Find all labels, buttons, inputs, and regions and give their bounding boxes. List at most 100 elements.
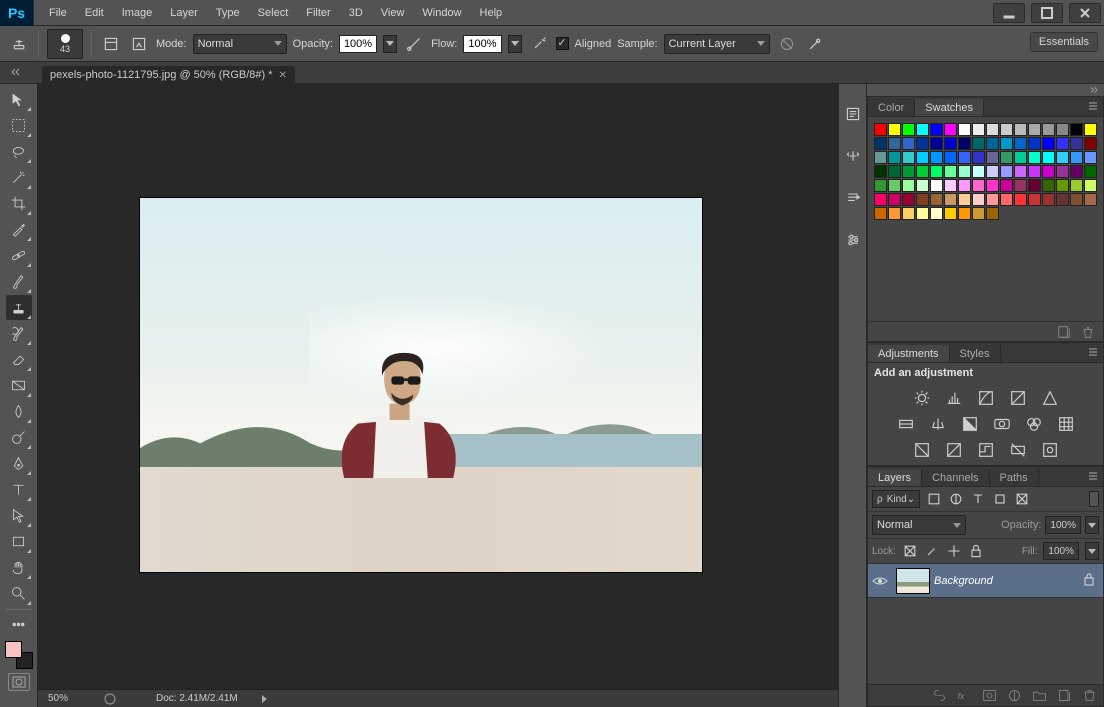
layer-opacity-stepper[interactable] xyxy=(1085,516,1099,534)
swatch[interactable] xyxy=(986,151,999,164)
menu-select[interactable]: Select xyxy=(249,2,298,24)
window-minimize-button[interactable] xyxy=(993,3,1025,23)
link-layers-icon[interactable] xyxy=(932,688,947,703)
opacity-input[interactable]: 100% xyxy=(339,35,377,53)
curves-icon[interactable] xyxy=(977,389,995,407)
hue-icon[interactable] xyxy=(897,415,915,433)
swatch[interactable] xyxy=(1042,137,1055,150)
dock-properties-button[interactable] xyxy=(841,228,865,252)
tool-marquee[interactable] xyxy=(6,113,32,138)
swatch[interactable] xyxy=(958,207,971,220)
menu-layer[interactable]: Layer xyxy=(161,2,207,24)
swatch[interactable] xyxy=(888,151,901,164)
tool-edit-toolbar[interactable] xyxy=(6,612,32,637)
swatch[interactable] xyxy=(972,179,985,192)
swatch[interactable] xyxy=(958,137,971,150)
foreground-color-swatch[interactable] xyxy=(5,641,22,658)
swatch[interactable] xyxy=(972,165,985,178)
swatch[interactable] xyxy=(972,123,985,136)
dock-actions-button[interactable] xyxy=(841,144,865,168)
swatch[interactable] xyxy=(1000,151,1013,164)
swatch[interactable] xyxy=(902,123,915,136)
swatch[interactable] xyxy=(874,179,887,192)
tool-move[interactable] xyxy=(6,87,32,112)
layer-fill-input[interactable]: 100% xyxy=(1043,542,1079,560)
panel-menu-button[interactable] xyxy=(1086,100,1100,112)
swatch[interactable] xyxy=(1028,193,1041,206)
levels-icon[interactable] xyxy=(945,389,963,407)
menu-edit[interactable]: Edit xyxy=(76,2,113,24)
swatch[interactable] xyxy=(930,179,943,192)
swatch[interactable] xyxy=(944,165,957,178)
swatch[interactable] xyxy=(916,207,929,220)
aligned-checkbox[interactable] xyxy=(556,37,569,50)
swatch[interactable] xyxy=(944,137,957,150)
blend-mode-dropdown[interactable]: Normal xyxy=(193,34,287,54)
color-lookup-icon[interactable] xyxy=(1057,415,1075,433)
canvas-view[interactable] xyxy=(38,84,838,689)
swatch[interactable] xyxy=(1028,151,1041,164)
swatch[interactable] xyxy=(1084,137,1097,150)
lock-all-icon[interactable] xyxy=(968,543,984,559)
swatch[interactable] xyxy=(1028,137,1041,150)
swatch[interactable] xyxy=(1070,165,1083,178)
layer-opacity-input[interactable]: 100% xyxy=(1045,516,1081,534)
layer-visibility-toggle[interactable] xyxy=(868,575,892,587)
swatch[interactable] xyxy=(1070,137,1083,150)
swatch[interactable] xyxy=(1084,193,1097,206)
swatch[interactable] xyxy=(930,207,943,220)
swatch[interactable] xyxy=(874,165,887,178)
swatch[interactable] xyxy=(958,165,971,178)
window-close-button[interactable] xyxy=(1069,3,1101,23)
swatch[interactable] xyxy=(1084,179,1097,192)
lock-transparency-icon[interactable] xyxy=(902,543,918,559)
tool-brush[interactable] xyxy=(6,269,32,294)
menu-type[interactable]: Type xyxy=(207,2,249,24)
toggle-brush-panel-button[interactable] xyxy=(100,33,122,55)
swatch[interactable] xyxy=(1014,179,1027,192)
status-arrow-icon[interactable] xyxy=(262,695,267,703)
swatch[interactable] xyxy=(1042,165,1055,178)
tab-swatches[interactable]: Swatches xyxy=(915,99,984,116)
invert-icon[interactable] xyxy=(913,441,931,459)
tool-blur[interactable] xyxy=(6,399,32,424)
swatch[interactable] xyxy=(1042,193,1055,206)
swatch[interactable] xyxy=(916,165,929,178)
menu-file[interactable]: File xyxy=(40,2,76,24)
swatch[interactable] xyxy=(1042,151,1055,164)
swatch[interactable] xyxy=(1028,179,1041,192)
swatch[interactable] xyxy=(1000,165,1013,178)
layer-list[interactable]: Background xyxy=(868,564,1103,684)
swatch[interactable] xyxy=(958,123,971,136)
tool-clone-stamp[interactable] xyxy=(6,295,32,320)
swatch[interactable] xyxy=(888,165,901,178)
swatch[interactable] xyxy=(986,165,999,178)
tool-path-select[interactable] xyxy=(6,503,32,528)
flow-input[interactable]: 100% xyxy=(463,35,501,53)
layer-name[interactable]: Background xyxy=(934,575,1083,587)
swatch[interactable] xyxy=(1056,179,1069,192)
layer-fx-icon[interactable]: fx xyxy=(957,688,972,703)
ignore-adjustment-layers-button[interactable] xyxy=(776,33,798,55)
vibrance-icon[interactable] xyxy=(1041,389,1059,407)
swatch[interactable] xyxy=(986,179,999,192)
toggle-clone-source-panel-button[interactable] xyxy=(128,33,150,55)
swatch[interactable] xyxy=(874,193,887,206)
brightness-icon[interactable] xyxy=(913,389,931,407)
tab-layers[interactable]: Layers xyxy=(868,469,922,486)
menu-view[interactable]: View xyxy=(372,2,414,24)
swatch[interactable] xyxy=(888,123,901,136)
filter-toggle[interactable] xyxy=(1089,491,1099,507)
tool-dodge[interactable] xyxy=(6,425,32,450)
swatch[interactable] xyxy=(1056,193,1069,206)
layer-item[interactable]: Background xyxy=(868,564,1103,598)
tool-quick-select[interactable] xyxy=(6,165,32,190)
swatch[interactable] xyxy=(902,207,915,220)
swatch[interactable] xyxy=(930,151,943,164)
pressure-size-button[interactable] xyxy=(804,33,826,55)
swatch[interactable] xyxy=(972,207,985,220)
swatch[interactable] xyxy=(888,207,901,220)
menu-image[interactable]: Image xyxy=(113,2,162,24)
swatch[interactable] xyxy=(1042,179,1055,192)
swatch[interactable] xyxy=(944,193,957,206)
